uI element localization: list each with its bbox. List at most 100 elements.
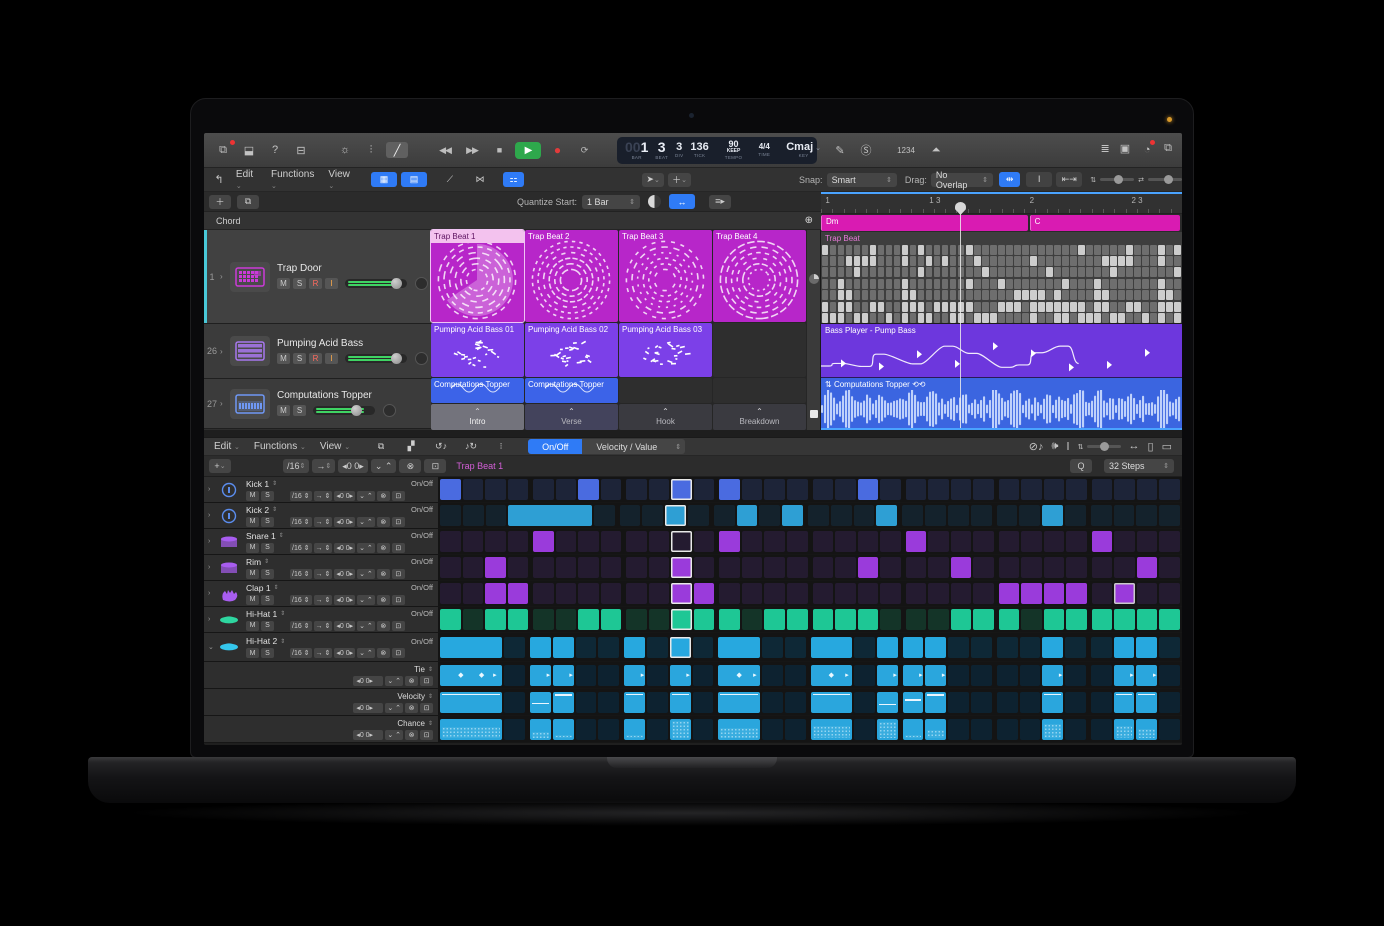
tie-cell[interactable]: ▸ [530,665,551,686]
loop-cell[interactable]: Computations Topper [525,378,618,403]
step-cell[interactable] [1066,557,1087,578]
tie-cell[interactable] [997,665,1018,686]
velocity-cell[interactable] [670,692,691,713]
seq-menu-edit[interactable]: Edit ⌄ [214,441,240,452]
row-mute-button[interactable]: M [246,595,259,605]
chance-cell[interactable] [670,719,691,740]
velocity-cell[interactable] [647,692,668,713]
row-solo-button[interactable]: S [261,648,274,658]
step-cell[interactable] [1092,609,1113,630]
nudge-buttons[interactable]: ◂0 0▸ [334,621,355,631]
step-cell[interactable] [485,531,506,552]
chance-cell[interactable] [785,719,806,740]
add-row-button[interactable]: + ⌄ [209,459,231,473]
step-cell[interactable] [463,531,484,552]
octave-buttons[interactable]: ⌄ ⌃ [357,569,375,579]
step-cell[interactable] [463,557,484,578]
reset-row-icon[interactable]: ⊗ [377,621,390,631]
step-cell[interactable] [764,583,785,604]
reset-row-icon[interactable]: ⊗ [377,491,390,501]
velocity-cell[interactable] [598,692,619,713]
tie-cell[interactable] [971,665,992,686]
step-cell[interactable] [928,583,949,604]
reset-row-icon[interactable]: ⊗ [377,595,390,605]
track-name[interactable]: Trap Door [277,263,431,274]
step-cell[interactable] [928,557,949,578]
step-cell[interactable] [463,505,484,526]
step-cell[interactable] [1021,557,1042,578]
step-cell[interactable] [1137,531,1158,552]
step-cell[interactable] [556,557,577,578]
step-cell[interactable] [626,557,647,578]
chance-cell[interactable] [925,719,946,740]
velocity-cell[interactable] [576,692,597,713]
step-cell[interactable] [1021,479,1042,500]
velocity-cell[interactable] [1065,692,1086,713]
chord-region[interactable]: Dm [821,215,1028,231]
velocity-cell[interactable] [997,692,1018,713]
reset-row-icon[interactable]: ⊗ [399,459,421,473]
step-cell[interactable] [948,637,969,658]
velocity-cell[interactable] [811,692,853,713]
secondary-tool[interactable]: ＋ ⌄ [668,173,691,187]
volume-knob[interactable] [391,353,402,364]
step-cell[interactable] [835,583,856,604]
step-cell[interactable] [906,609,927,630]
mode-velocity[interactable]: Velocity / Value [582,439,671,454]
lcd-display[interactable]: 001 BAR 3 BEAT 3 DIV 136 TICK [617,137,817,164]
step-cell[interactable] [858,531,879,552]
step-cell[interactable] [831,505,852,526]
step-cell[interactable] [928,531,949,552]
step-cell[interactable] [533,609,554,630]
mode-onoff[interactable]: On/Off [528,439,582,454]
step-cell[interactable] [1066,531,1087,552]
step-cell[interactable] [1159,479,1180,500]
velocity-cell[interactable] [854,692,875,713]
empty-cell[interactable] [619,378,712,403]
tie-cell[interactable] [598,665,619,686]
copy-pattern-icon[interactable]: ⧉ [368,439,394,454]
velocity-cell[interactable] [624,692,645,713]
step-cell[interactable] [973,479,994,500]
library-icon[interactable]: ⬓ [238,142,260,158]
step-cell[interactable] [1114,609,1135,630]
velocity-cell[interactable] [1159,692,1180,713]
seq-menu-functions[interactable]: Functions ⌄ [254,441,306,452]
chance-cell[interactable] [811,719,853,740]
reset-row-icon[interactable]: ⊗ [377,517,390,527]
row-end-icon[interactable]: ⊡ [420,703,433,713]
chance-cell[interactable] [504,719,525,740]
scene-trigger[interactable]: ⌃Breakdown [713,404,806,430]
tie-cell[interactable]: ▸ [624,665,645,686]
tie-cell[interactable] [504,665,525,686]
step-cell[interactable] [626,583,647,604]
velocity-cell[interactable] [504,692,525,713]
step-cell[interactable] [1114,505,1135,526]
octave-buttons[interactable]: ⌄ ⌃ [371,459,397,473]
step-cell[interactable] [533,479,554,500]
inspector-icon[interactable]: ? [264,142,286,158]
loop-mode-dropdown[interactable]: → ⇕ [314,595,333,605]
step-cell[interactable] [1065,505,1086,526]
step-cell[interactable] [578,583,599,604]
expand-cells-icon[interactable]: ↔ [669,194,695,209]
step-cell[interactable] [1136,637,1157,658]
step-cell[interactable] [649,479,670,500]
step-cell[interactable] [508,557,529,578]
octave-buttons[interactable]: ⌄ ⌃ [385,703,403,713]
vertical-zoom-icon[interactable]: Ⅰ [1026,172,1052,187]
chord-add-icon[interactable]: ⊕ [805,215,813,226]
row-end-icon[interactable]: ⊡ [392,491,405,501]
step-cell[interactable] [948,505,969,526]
step-cell[interactable] [671,557,692,578]
step-cell[interactable] [530,637,551,658]
mute-button[interactable]: M [277,278,290,289]
row-mute-button[interactable]: M [246,621,259,631]
tie-cell[interactable] [854,665,875,686]
step-cell[interactable] [742,557,763,578]
chance-cell[interactable] [553,719,574,740]
step-cell[interactable] [1021,531,1042,552]
step-cell[interactable] [925,505,946,526]
step-cell[interactable] [880,531,901,552]
tie-cell[interactable] [1091,665,1112,686]
